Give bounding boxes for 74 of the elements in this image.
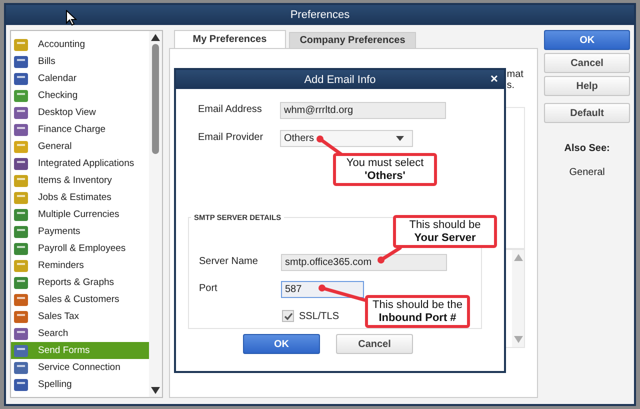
partial-text: mat bbox=[506, 69, 524, 80]
category-item[interactable]: Spelling bbox=[11, 376, 149, 393]
caret-icon bbox=[396, 136, 404, 141]
category-item[interactable]: Checking bbox=[11, 87, 149, 104]
tile-icon bbox=[13, 190, 29, 204]
tile-icon bbox=[13, 54, 29, 68]
dialog-title: Add Email Info bbox=[304, 74, 376, 86]
tile-icon bbox=[13, 292, 29, 306]
category-item[interactable]: Desktop View bbox=[11, 104, 149, 121]
pointer-line bbox=[378, 246, 402, 264]
dialog-button[interactable]: Cancel bbox=[336, 334, 413, 354]
category-item[interactable]: Accounting bbox=[11, 36, 149, 53]
category-item[interactable]: General bbox=[11, 138, 149, 155]
partial-text: s. bbox=[506, 80, 515, 91]
category-item[interactable]: Payroll & Employees bbox=[11, 240, 149, 257]
callout-box: This should be Your Server bbox=[393, 215, 497, 248]
field-label: Server Name bbox=[198, 255, 259, 267]
dialog-button[interactable]: Cancel bbox=[544, 53, 630, 73]
dialog-button[interactable]: Help bbox=[544, 76, 630, 96]
callout-box: This should be the Inbound Port # bbox=[365, 295, 470, 328]
category-item[interactable]: Calendar bbox=[11, 70, 149, 87]
category-item[interactable]: Sales Tax bbox=[11, 308, 149, 325]
field-label: Email Provider bbox=[197, 131, 264, 143]
category-item[interactable]: Multiple Currencies bbox=[11, 206, 149, 223]
tile-icon bbox=[13, 88, 29, 102]
close-button[interactable]: × bbox=[488, 72, 500, 86]
category-item[interactable]: Reminders bbox=[11, 257, 149, 274]
tab[interactable]: My Preferences bbox=[174, 30, 286, 48]
scrollbar[interactable] bbox=[148, 31, 162, 397]
tile-icon bbox=[13, 326, 29, 340]
dialog-button[interactable]: Default bbox=[544, 103, 630, 123]
tile-icon bbox=[13, 122, 29, 136]
category-item[interactable]: Bills bbox=[11, 53, 149, 70]
also-see-label: Also See: bbox=[563, 143, 611, 154]
checkbox-label: SSL/TLS bbox=[299, 310, 340, 322]
scroll-down-icon[interactable] bbox=[150, 387, 160, 394]
scroll-up-icon[interactable] bbox=[150, 34, 160, 41]
category-item[interactable]: Integrated Applications bbox=[11, 155, 149, 172]
provider-dropdown[interactable]: Others bbox=[280, 130, 413, 147]
dialog-button[interactable]: OK bbox=[243, 334, 320, 354]
tile-icon bbox=[13, 360, 29, 374]
category-item[interactable]: Sales & Customers bbox=[11, 291, 149, 308]
field-label: Port bbox=[198, 282, 218, 294]
checkbox[interactable] bbox=[282, 310, 294, 322]
field-label: Email Address bbox=[197, 103, 263, 115]
also-see-link[interactable]: General bbox=[544, 167, 630, 178]
tile-icon bbox=[13, 224, 29, 238]
dialog-button[interactable]: OK bbox=[544, 30, 630, 50]
category-item[interactable]: Reports & Graphs bbox=[11, 274, 149, 291]
tile-icon bbox=[13, 258, 29, 272]
tile-icon bbox=[13, 72, 29, 86]
callout-box: You must select 'Others' bbox=[333, 153, 437, 186]
category-item[interactable]: Search bbox=[11, 325, 149, 342]
window-title: Preferences bbox=[290, 9, 350, 21]
tile-icon bbox=[13, 276, 29, 290]
category-item[interactable]: Payments bbox=[11, 223, 149, 240]
tile-icon bbox=[13, 140, 29, 154]
category-item[interactable]: Service Connection bbox=[11, 359, 149, 376]
tile-icon bbox=[13, 208, 29, 222]
input-field[interactable]: whm@rrrltd.org bbox=[280, 102, 446, 119]
tile-icon bbox=[13, 310, 29, 324]
category-item[interactable]: Items & Inventory bbox=[11, 172, 149, 189]
tile-icon bbox=[13, 38, 29, 52]
category-item[interactable]: Finance Charge bbox=[11, 121, 149, 138]
tile-icon bbox=[13, 378, 29, 392]
tab[interactable]: Company Preferences bbox=[288, 32, 416, 48]
category-item[interactable]: Jobs & Estimates bbox=[11, 189, 149, 206]
scroll-thumb[interactable] bbox=[152, 44, 159, 154]
tile-icon bbox=[13, 106, 29, 120]
tile-icon bbox=[13, 242, 29, 256]
tile-icon bbox=[13, 156, 29, 170]
tile-icon bbox=[13, 344, 29, 358]
input-field[interactable]: smtp.office365.com bbox=[281, 254, 447, 271]
tile-icon bbox=[13, 174, 29, 188]
